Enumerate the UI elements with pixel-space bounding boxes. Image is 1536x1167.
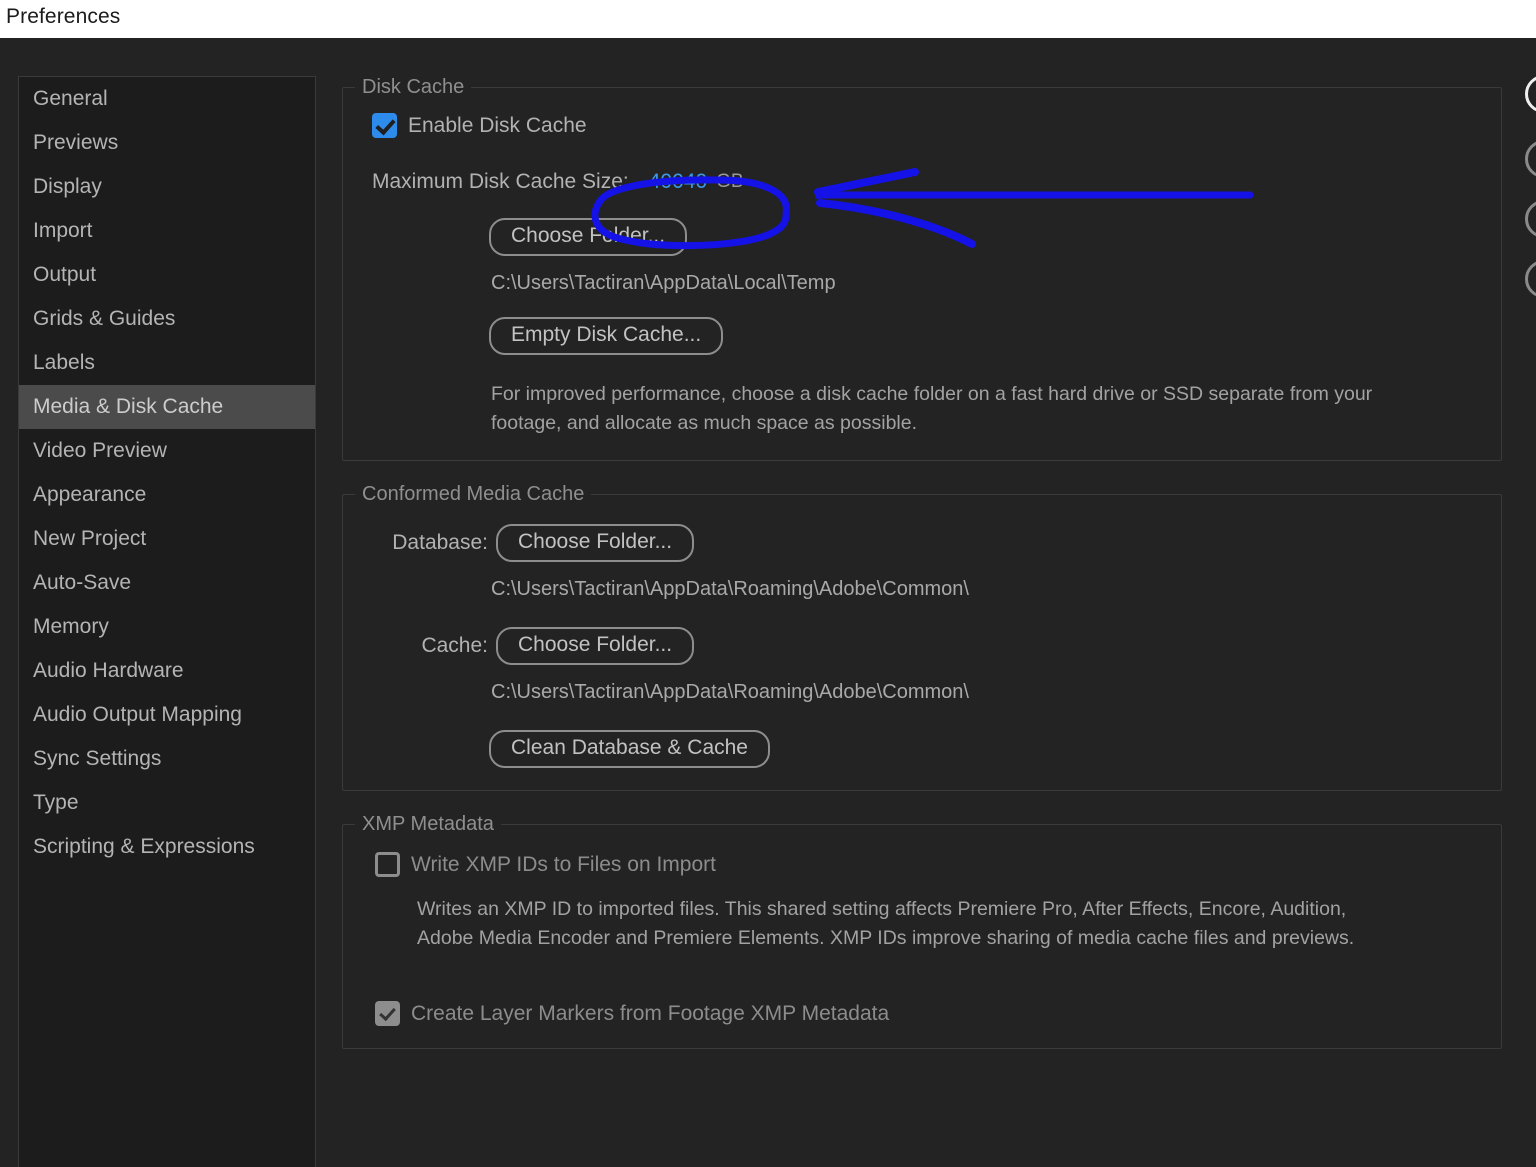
sidebar-item-memory[interactable]: Memory bbox=[19, 605, 315, 649]
cache-choose-folder-button[interactable]: Choose Folder... bbox=[496, 627, 695, 665]
maximum-disk-cache-size-value[interactable]: 40040 bbox=[649, 170, 707, 194]
disk-cache-choose-folder-button[interactable]: Choose Folder... bbox=[489, 218, 688, 256]
edge-circle-icon-4[interactable] bbox=[1525, 260, 1536, 298]
maximum-disk-cache-size-unit: GB bbox=[716, 171, 744, 192]
write-xmp-ids-help-line-2: Adobe Media Encoder and Premiere Element… bbox=[417, 927, 1355, 949]
clean-database-and-cache-row: Clean Database & Cache bbox=[489, 730, 1501, 768]
write-xmp-ids-label: Write XMP IDs to Files on Import bbox=[411, 852, 716, 876]
disk-cache-path: C:\Users\Tactiran\AppData\Local\Temp bbox=[491, 272, 836, 294]
database-path: C:\Users\Tactiran\AppData\Roaming\Adobe\… bbox=[491, 578, 969, 600]
conformed-media-cache-group: Conformed Media Cache Database: Choose F… bbox=[342, 483, 1502, 791]
sidebar-item-import[interactable]: Import bbox=[19, 209, 315, 253]
sidebar-item-scripting-and-expressions[interactable]: Scripting & Expressions bbox=[19, 825, 315, 869]
disk-cache-help-text: For improved performance, choose a disk … bbox=[491, 380, 1421, 438]
disk-cache-group: Disk Cache Enable Disk Cache Maximum Dis… bbox=[342, 76, 1502, 461]
disk-cache-help-line-2: footage, and allocate as much space as p… bbox=[491, 412, 918, 434]
cache-row: Cache: Choose Folder... bbox=[372, 627, 1501, 665]
edge-circle-icon-3[interactable] bbox=[1525, 200, 1536, 238]
create-layer-markers-label: Create Layer Markers from Footage XMP Me… bbox=[411, 1001, 890, 1025]
enable-disk-cache-row[interactable]: Enable Disk Cache bbox=[372, 113, 1501, 138]
sidebar-item-audio-output-mapping[interactable]: Audio Output Mapping bbox=[19, 693, 315, 737]
empty-disk-cache-button[interactable]: Empty Disk Cache... bbox=[489, 317, 724, 355]
preferences-content-pane: Disk Cache Enable Disk Cache Maximum Dis… bbox=[342, 76, 1502, 1071]
create-layer-markers-row[interactable]: Create Layer Markers from Footage XMP Me… bbox=[375, 1001, 1501, 1026]
cache-path: C:\Users\Tactiran\AppData\Roaming\Adobe\… bbox=[491, 681, 969, 703]
sidebar-item-output[interactable]: Output bbox=[19, 253, 315, 297]
database-choose-folder-button[interactable]: Choose Folder... bbox=[496, 524, 695, 562]
disk-cache-choose-folder-row: Choose Folder... bbox=[489, 218, 1501, 256]
enable-disk-cache-label: Enable Disk Cache bbox=[408, 113, 587, 137]
write-xmp-ids-help-line-1: Writes an XMP ID to imported files. This… bbox=[417, 898, 1347, 920]
xmp-metadata-group: XMP Metadata Write XMP IDs to Files on I… bbox=[342, 813, 1502, 1049]
create-layer-markers-checkbox[interactable] bbox=[375, 1001, 400, 1026]
sidebar-item-sync-settings[interactable]: Sync Settings bbox=[19, 737, 315, 781]
sidebar-item-general[interactable]: General bbox=[19, 77, 315, 121]
disk-cache-group-legend: Disk Cache bbox=[362, 76, 465, 98]
maximum-disk-cache-size-row[interactable]: Maximum Disk Cache Size: 40040 GB bbox=[372, 170, 1501, 194]
edge-circle-icon-2[interactable] bbox=[1525, 140, 1536, 178]
sidebar-item-video-preview[interactable]: Video Preview bbox=[19, 429, 315, 473]
window-title-bar: Preferences bbox=[0, 0, 1536, 38]
sidebar-item-previews[interactable]: Previews bbox=[19, 121, 315, 165]
window-title: Preferences bbox=[6, 5, 121, 28]
database-label: Database: bbox=[392, 531, 488, 554]
preferences-category-sidebar[interactable]: General Previews Display Import Output G… bbox=[18, 76, 316, 1167]
write-xmp-ids-help-text: Writes an XMP ID to imported files. This… bbox=[417, 895, 1407, 953]
xmp-metadata-group-legend: XMP Metadata bbox=[362, 813, 494, 835]
write-xmp-ids-checkbox[interactable] bbox=[375, 852, 400, 877]
sidebar-item-labels[interactable]: Labels bbox=[19, 341, 315, 385]
empty-disk-cache-row: Empty Disk Cache... bbox=[489, 317, 1501, 355]
sidebar-item-media-and-disk-cache[interactable]: Media & Disk Cache bbox=[19, 385, 315, 429]
maximum-disk-cache-size-label: Maximum Disk Cache Size: bbox=[372, 170, 629, 193]
database-row: Database: Choose Folder... bbox=[372, 524, 1501, 562]
sidebar-item-auto-save[interactable]: Auto-Save bbox=[19, 561, 315, 605]
enable-disk-cache-checkbox[interactable] bbox=[372, 113, 397, 138]
sidebar-item-new-project[interactable]: New Project bbox=[19, 517, 315, 561]
write-xmp-ids-row[interactable]: Write XMP IDs to Files on Import bbox=[375, 852, 1501, 877]
edge-circle-icon-1[interactable] bbox=[1525, 75, 1536, 113]
cache-label: Cache: bbox=[421, 634, 488, 657]
sidebar-item-type[interactable]: Type bbox=[19, 781, 315, 825]
conformed-media-cache-group-legend: Conformed Media Cache bbox=[362, 483, 585, 505]
sidebar-item-appearance[interactable]: Appearance bbox=[19, 473, 315, 517]
disk-cache-help-line-1: For improved performance, choose a disk … bbox=[491, 383, 1373, 405]
sidebar-item-display[interactable]: Display bbox=[19, 165, 315, 209]
preferences-dialog-body: General Previews Display Import Output G… bbox=[0, 38, 1536, 1167]
sidebar-item-grids-and-guides[interactable]: Grids & Guides bbox=[19, 297, 315, 341]
sidebar-item-audio-hardware[interactable]: Audio Hardware bbox=[19, 649, 315, 693]
clean-database-and-cache-button[interactable]: Clean Database & Cache bbox=[489, 730, 770, 768]
